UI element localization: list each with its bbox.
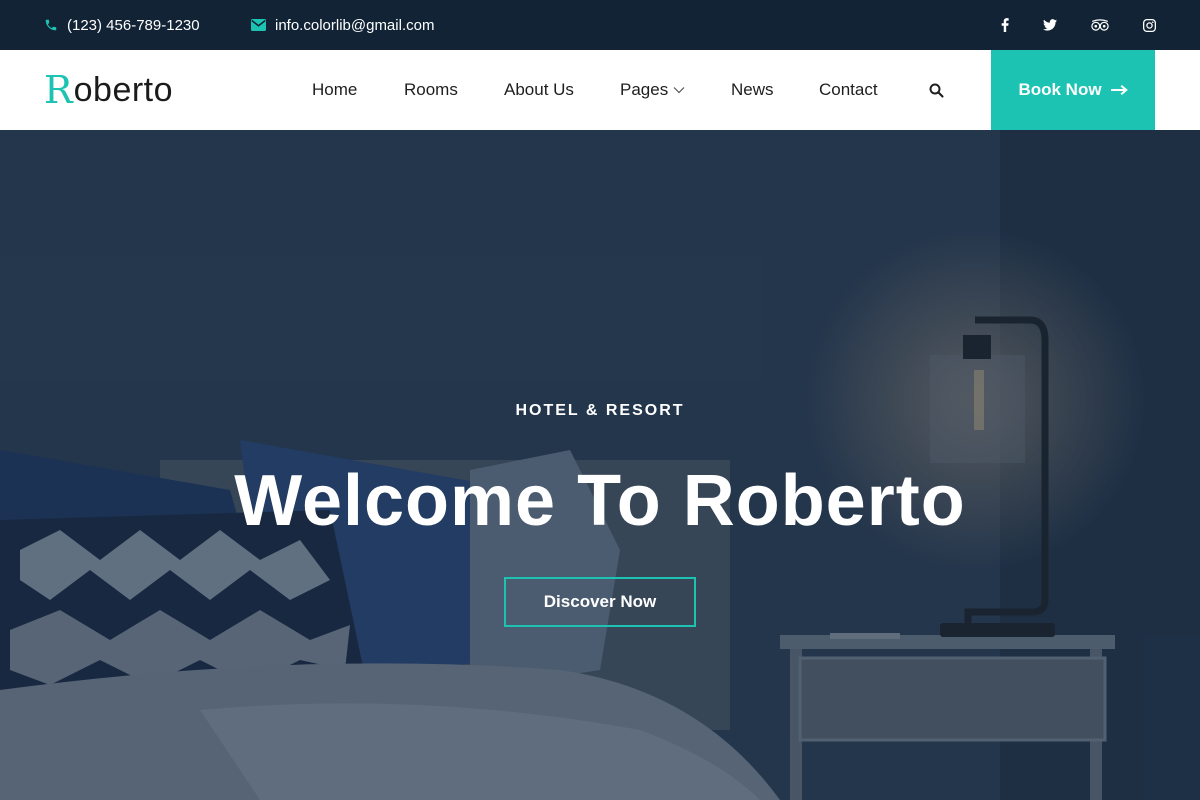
book-now-label: Book Now bbox=[1018, 80, 1102, 99]
search-icon bbox=[929, 83, 944, 98]
facebook-icon bbox=[1001, 18, 1009, 32]
discover-now-button[interactable]: Discover Now bbox=[504, 577, 696, 627]
logo-initial: R bbox=[44, 68, 73, 112]
phone-number: (123) 456-789-1230 bbox=[67, 16, 200, 34]
email-address: info.colorlib@gmail.com bbox=[275, 16, 435, 34]
facebook-link[interactable] bbox=[990, 0, 1020, 50]
arrow-right-icon bbox=[1110, 84, 1128, 96]
instagram-link[interactable] bbox=[1134, 0, 1164, 50]
logo-wordmark: oberto bbox=[73, 70, 174, 109]
phone-icon bbox=[45, 19, 57, 31]
tripadvisor-link[interactable] bbox=[1085, 0, 1115, 50]
hero-headline: Welcome To Roberto bbox=[234, 461, 966, 541]
nav-rooms[interactable]: Rooms bbox=[404, 50, 458, 130]
nav-pages[interactable]: Pages bbox=[620, 50, 685, 130]
email-contact[interactable]: info.colorlib@gmail.com bbox=[251, 0, 434, 50]
nav-about-us[interactable]: About Us bbox=[504, 50, 574, 130]
site-logo[interactable]: R oberto bbox=[44, 50, 173, 130]
hero-eyebrow: HOTEL & RESORT bbox=[515, 402, 685, 419]
hero-section: HOTEL & RESORT Welcome To Roberto Discov… bbox=[0, 130, 1200, 800]
nav-news[interactable]: News bbox=[731, 50, 774, 130]
envelope-icon bbox=[251, 19, 266, 31]
main-header: R oberto Home Rooms About Us Pages News … bbox=[0, 50, 1200, 130]
chevron-down-icon bbox=[673, 87, 685, 94]
top-bar: (123) 456-789-1230 info.colorlib@gmail.c… bbox=[0, 0, 1200, 50]
nav-home[interactable]: Home bbox=[312, 50, 357, 130]
book-now-button[interactable]: Book Now bbox=[991, 50, 1155, 130]
search-button[interactable] bbox=[926, 50, 946, 130]
twitter-link[interactable] bbox=[1035, 0, 1065, 50]
tripadvisor-icon bbox=[1091, 19, 1109, 31]
nav-pages-label: Pages bbox=[620, 80, 669, 99]
nav-contact[interactable]: Contact bbox=[819, 50, 878, 130]
phone-contact[interactable]: (123) 456-789-1230 bbox=[44, 0, 200, 50]
instagram-icon bbox=[1142, 18, 1156, 32]
twitter-icon bbox=[1043, 19, 1057, 31]
